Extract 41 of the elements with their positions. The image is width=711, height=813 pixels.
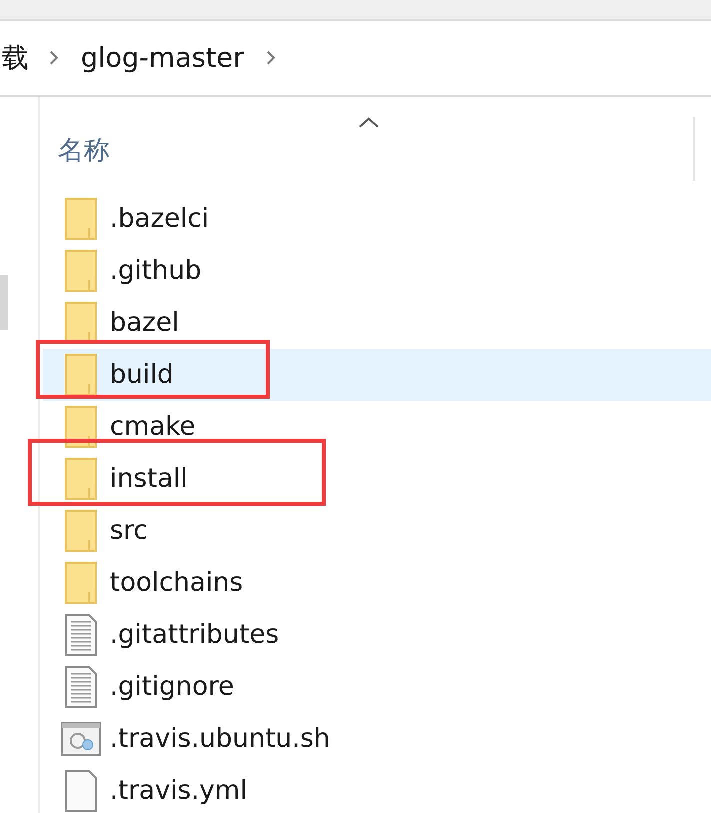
file-row[interactable]: toolchains (40, 557, 711, 609)
file-name: .github (110, 256, 202, 286)
file-row[interactable]: build (43, 349, 711, 401)
file-name: bazel (110, 308, 180, 338)
chevron-icon[interactable] (49, 50, 59, 66)
file-row[interactable]: .travis.ubuntu.sh (40, 713, 711, 765)
settings-window-icon (61, 722, 101, 756)
folder-icon (65, 510, 97, 552)
file-row[interactable]: .github (40, 245, 711, 297)
file-row[interactable]: bazel (40, 297, 711, 349)
folder-icon (65, 250, 97, 292)
breadcrumb-item[interactable]: glog-master (81, 42, 244, 74)
file-row[interactable]: .bazelci (40, 193, 711, 245)
sort-caret-icon (358, 117, 380, 129)
file-name: toolchains (110, 568, 244, 598)
file-row[interactable]: .gitignore (40, 661, 711, 713)
file-name: .travis.yml (110, 776, 248, 806)
file-row[interactable]: cmake (40, 401, 711, 453)
file-name: .travis.ubuntu.sh (110, 724, 330, 754)
text-file-icon (65, 614, 97, 656)
file-name: cmake (110, 412, 196, 442)
file-name: .bazelci (110, 204, 210, 234)
scrollbar-thumb[interactable] (0, 275, 8, 330)
file-row[interactable]: .travis.yml (40, 765, 711, 813)
text-file-icon (65, 666, 97, 708)
file-row[interactable]: .gitattributes (40, 609, 711, 661)
file-row[interactable]: install (40, 453, 711, 505)
folder-icon (65, 354, 97, 396)
file-name: install (110, 464, 188, 494)
folder-icon (65, 198, 97, 240)
file-name: .gitignore (110, 672, 234, 702)
folder-icon (65, 458, 97, 500)
folder-icon (65, 406, 97, 448)
file-name: src (110, 516, 148, 546)
column-header[interactable]: 名称 (58, 133, 110, 168)
file-name: build (110, 360, 174, 390)
file-row[interactable]: src (40, 505, 711, 557)
folder-icon (65, 562, 97, 604)
chevron-icon[interactable] (266, 50, 276, 66)
breadcrumb-item[interactable]: 载 (2, 40, 29, 76)
file-name: .gitattributes (110, 620, 280, 650)
